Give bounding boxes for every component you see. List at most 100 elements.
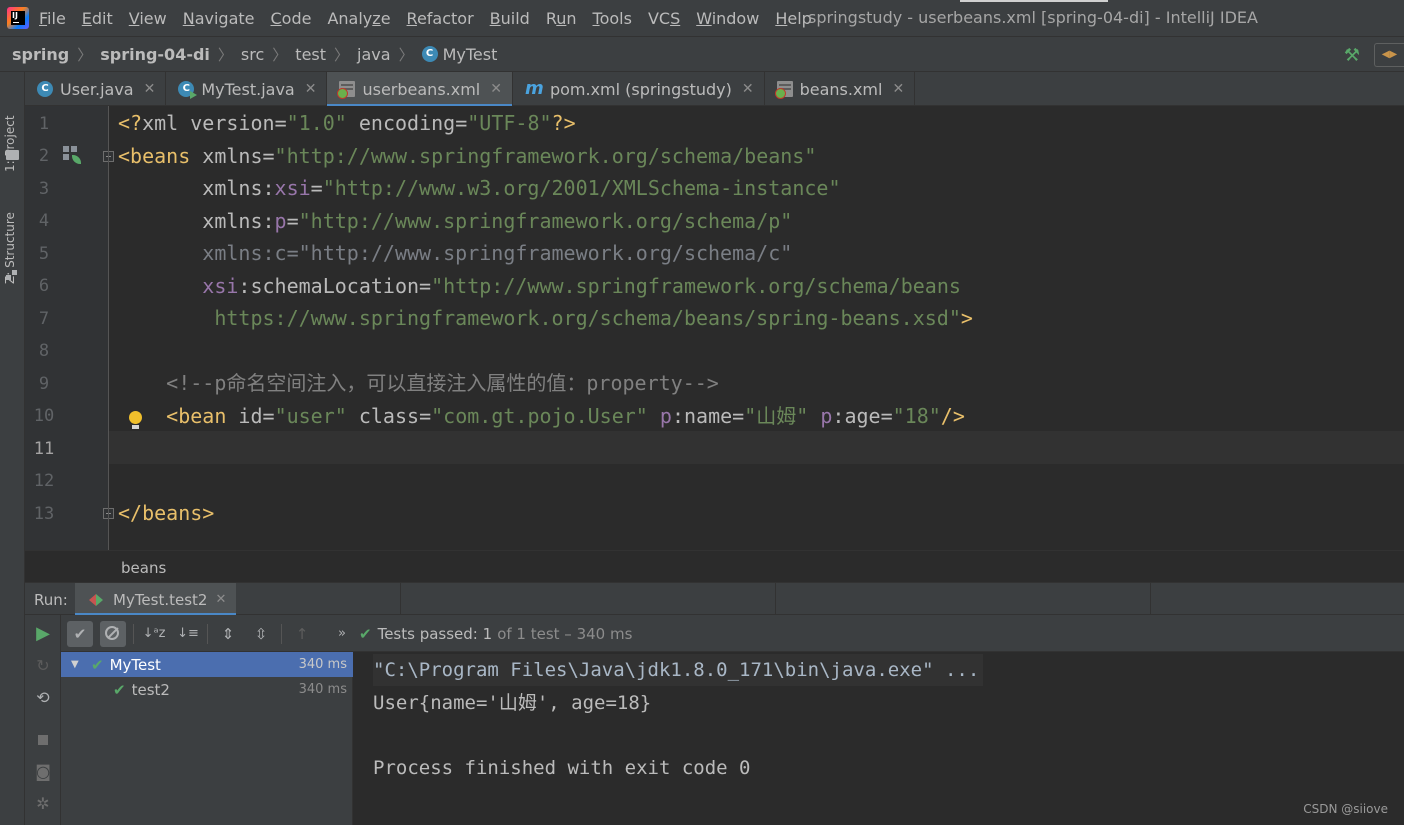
- title-accent-line: [960, 0, 1108, 2]
- spring-xml-icon: [337, 81, 356, 99]
- nav-crumb-src[interactable]: src: [241, 45, 264, 64]
- nav-crumb-module[interactable]: spring-04-di: [100, 45, 210, 64]
- code-line-10: <bean id="user" class="com.gt.pojo.User"…: [166, 403, 965, 428]
- menu-file[interactable]: File: [39, 9, 66, 28]
- java-class-icon: C: [37, 81, 53, 97]
- test-tree-row[interactable]: ▼ ✔ MyTest 340 ms: [61, 652, 353, 677]
- code-line-5: xmlns:c="http://www.springframework.org/…: [202, 241, 793, 265]
- line-number: 2: [38, 146, 50, 166]
- camera-icon[interactable]: ◙: [34, 763, 52, 781]
- run-console[interactable]: "C:\Program Files\Java\jdk1.8.0_171\bin\…: [353, 652, 1404, 825]
- rerun-failed-icon[interactable]: ↻: [34, 657, 52, 675]
- test-results-tree: ▼ ✔ MyTest 340 ms ✔ test2 340 ms: [61, 652, 353, 825]
- navigation-bar: spring 〉 spring-04-di 〉 src 〉 test 〉 jav…: [0, 36, 1404, 72]
- menu-view[interactable]: View: [129, 9, 167, 28]
- nav-crumb-java[interactable]: java: [357, 45, 391, 64]
- tab-user-java[interactable]: C User.java ✕: [25, 72, 167, 106]
- test-run-icon: [89, 593, 105, 606]
- expand-all-icon[interactable]: ⇕: [215, 621, 241, 647]
- close-icon[interactable]: ✕: [215, 592, 226, 607]
- breadcrumb-beans[interactable]: beans: [121, 559, 166, 577]
- toolbar-separator: [207, 624, 208, 644]
- close-icon[interactable]: ✕: [892, 81, 904, 97]
- nav-crumb-project[interactable]: spring: [12, 45, 69, 64]
- spring-xml-icon: [774, 81, 793, 99]
- java-class-icon: C: [421, 46, 438, 62]
- run-tool-header: Run: MyTest.test2 ✕: [25, 582, 1404, 616]
- check-icon: ✔: [359, 625, 372, 643]
- line-number: 1: [38, 114, 50, 134]
- settings-icon[interactable]: ✲: [34, 795, 52, 813]
- run-tab-mytest-test2[interactable]: MyTest.test2 ✕: [75, 583, 237, 616]
- code-line-3: xmlns:xsi="http://www.w3.org/2001/XMLSch…: [202, 176, 841, 200]
- tab-pom-xml[interactable]: m pom.xml (springstudy) ✕: [513, 72, 765, 106]
- toolbar-separator: [281, 624, 282, 644]
- tab-mytest-java[interactable]: C MyTest.java ✕: [166, 72, 328, 106]
- left-tool-strip: 1: Project Z: Structure: [0, 72, 25, 825]
- menu-vcs[interactable]: VCS: [648, 9, 680, 28]
- code-line-1: <?xml version="1.0" encoding="UTF-8"?>: [118, 111, 576, 135]
- menu-build[interactable]: Build: [490, 9, 530, 28]
- line-number: 4: [38, 211, 50, 231]
- gutter-separator: [108, 106, 109, 550]
- close-icon[interactable]: ✕: [490, 81, 502, 97]
- show-ignored-icon[interactable]: [100, 621, 126, 647]
- previous-failed-test-icon[interactable]: ↑: [289, 621, 315, 647]
- sort-by-duration-icon[interactable]: ↓≡: [175, 621, 201, 647]
- tab-userbeans-xml[interactable]: userbeans.xml ✕: [327, 72, 513, 107]
- expand-arrow-icon[interactable]: ▼: [71, 659, 79, 670]
- window-title: springstudy - userbeans.xml [spring-04-d…: [808, 8, 1258, 27]
- run-side-toolbar: ▶ ↻ ⟲ ◙ ✲: [25, 615, 61, 825]
- close-icon[interactable]: ✕: [305, 81, 317, 97]
- menu-analyze[interactable]: Analyze: [327, 9, 390, 28]
- menu-edit[interactable]: Edit: [82, 9, 113, 28]
- editor-gutter: 1 2 3 4 5 6 7 8 9 10 11 12 13: [25, 106, 142, 550]
- menu-tools[interactable]: Tools: [593, 9, 632, 28]
- line-number: 5: [38, 244, 50, 264]
- console-line: "C:\Program Files\Java\jdk1.8.0_171\bin\…: [373, 654, 984, 686]
- structure-tool-tab[interactable]: Z: Structure: [3, 184, 17, 284]
- code-line-4: xmlns:p="http://www.springframework.org/…: [202, 208, 793, 233]
- line-number: 6: [38, 276, 50, 296]
- line-number: 8: [38, 341, 50, 361]
- test-tree-row[interactable]: ✔ test2 340 ms: [61, 677, 353, 702]
- menu-window[interactable]: Window: [696, 9, 759, 28]
- tab-beans-xml[interactable]: beans.xml ✕: [765, 72, 916, 106]
- spring-bean-gutter-icon[interactable]: [63, 146, 81, 164]
- toggle-auto-test-icon[interactable]: ⟲: [34, 689, 52, 707]
- line-number: 7: [38, 309, 50, 329]
- build-hammer-icon[interactable]: ⚒: [1344, 45, 1360, 66]
- more-actions-icon[interactable]: »: [329, 621, 355, 647]
- java-test-class-icon: C: [178, 81, 198, 99]
- chevron-right-icon: 〉: [398, 45, 414, 64]
- stop-icon[interactable]: [34, 731, 52, 749]
- line-number-current: 11: [33, 439, 55, 459]
- code-line-7: https://www.springframework.org/schema/b…: [202, 306, 973, 330]
- close-icon[interactable]: ✕: [742, 81, 754, 97]
- sort-alphabetically-icon[interactable]: ↓ᵃz: [141, 621, 167, 647]
- menu-run[interactable]: Run: [546, 9, 577, 28]
- panel-divider: [775, 583, 776, 616]
- maven-icon: m: [524, 78, 544, 99]
- close-icon[interactable]: ✕: [144, 81, 156, 97]
- intellij-logo-icon: IJ: [7, 7, 29, 29]
- run-configuration-icon[interactable]: ◀▶: [1374, 43, 1404, 67]
- code-editor[interactable]: 1 2 3 4 5 6 7 8 9 10 11 12 13 <?xml vers…: [25, 106, 1404, 550]
- rerun-play-icon[interactable]: ▶: [34, 625, 52, 643]
- code-line-6: xsi:schemaLocation="http://www.springfra…: [202, 273, 961, 298]
- code-line-9: <!--p命名空间注入，可以直接注入属性的值：property-->: [166, 371, 719, 395]
- editor-tabs: C User.java ✕ C MyTest.java ✕ userbeans.…: [25, 72, 1404, 107]
- show-passed-icon[interactable]: ✔: [67, 621, 93, 647]
- menu-refactor[interactable]: Refactor: [407, 9, 474, 28]
- nav-crumb-file[interactable]: MyTest: [443, 45, 498, 64]
- menu-help[interactable]: Help: [775, 9, 811, 28]
- line-number: 9: [38, 374, 50, 394]
- line-number: 13: [33, 504, 55, 524]
- menu-navigate[interactable]: Navigate: [183, 9, 255, 28]
- collapse-all-icon[interactable]: ⇳: [248, 621, 274, 647]
- menu-code[interactable]: Code: [271, 9, 312, 28]
- structure-icon: [6, 270, 18, 282]
- nav-crumb-test[interactable]: test: [295, 45, 326, 64]
- watermark: CSDN @siiove: [1303, 802, 1388, 816]
- console-line: User{name='山姆', age=18}: [373, 692, 652, 714]
